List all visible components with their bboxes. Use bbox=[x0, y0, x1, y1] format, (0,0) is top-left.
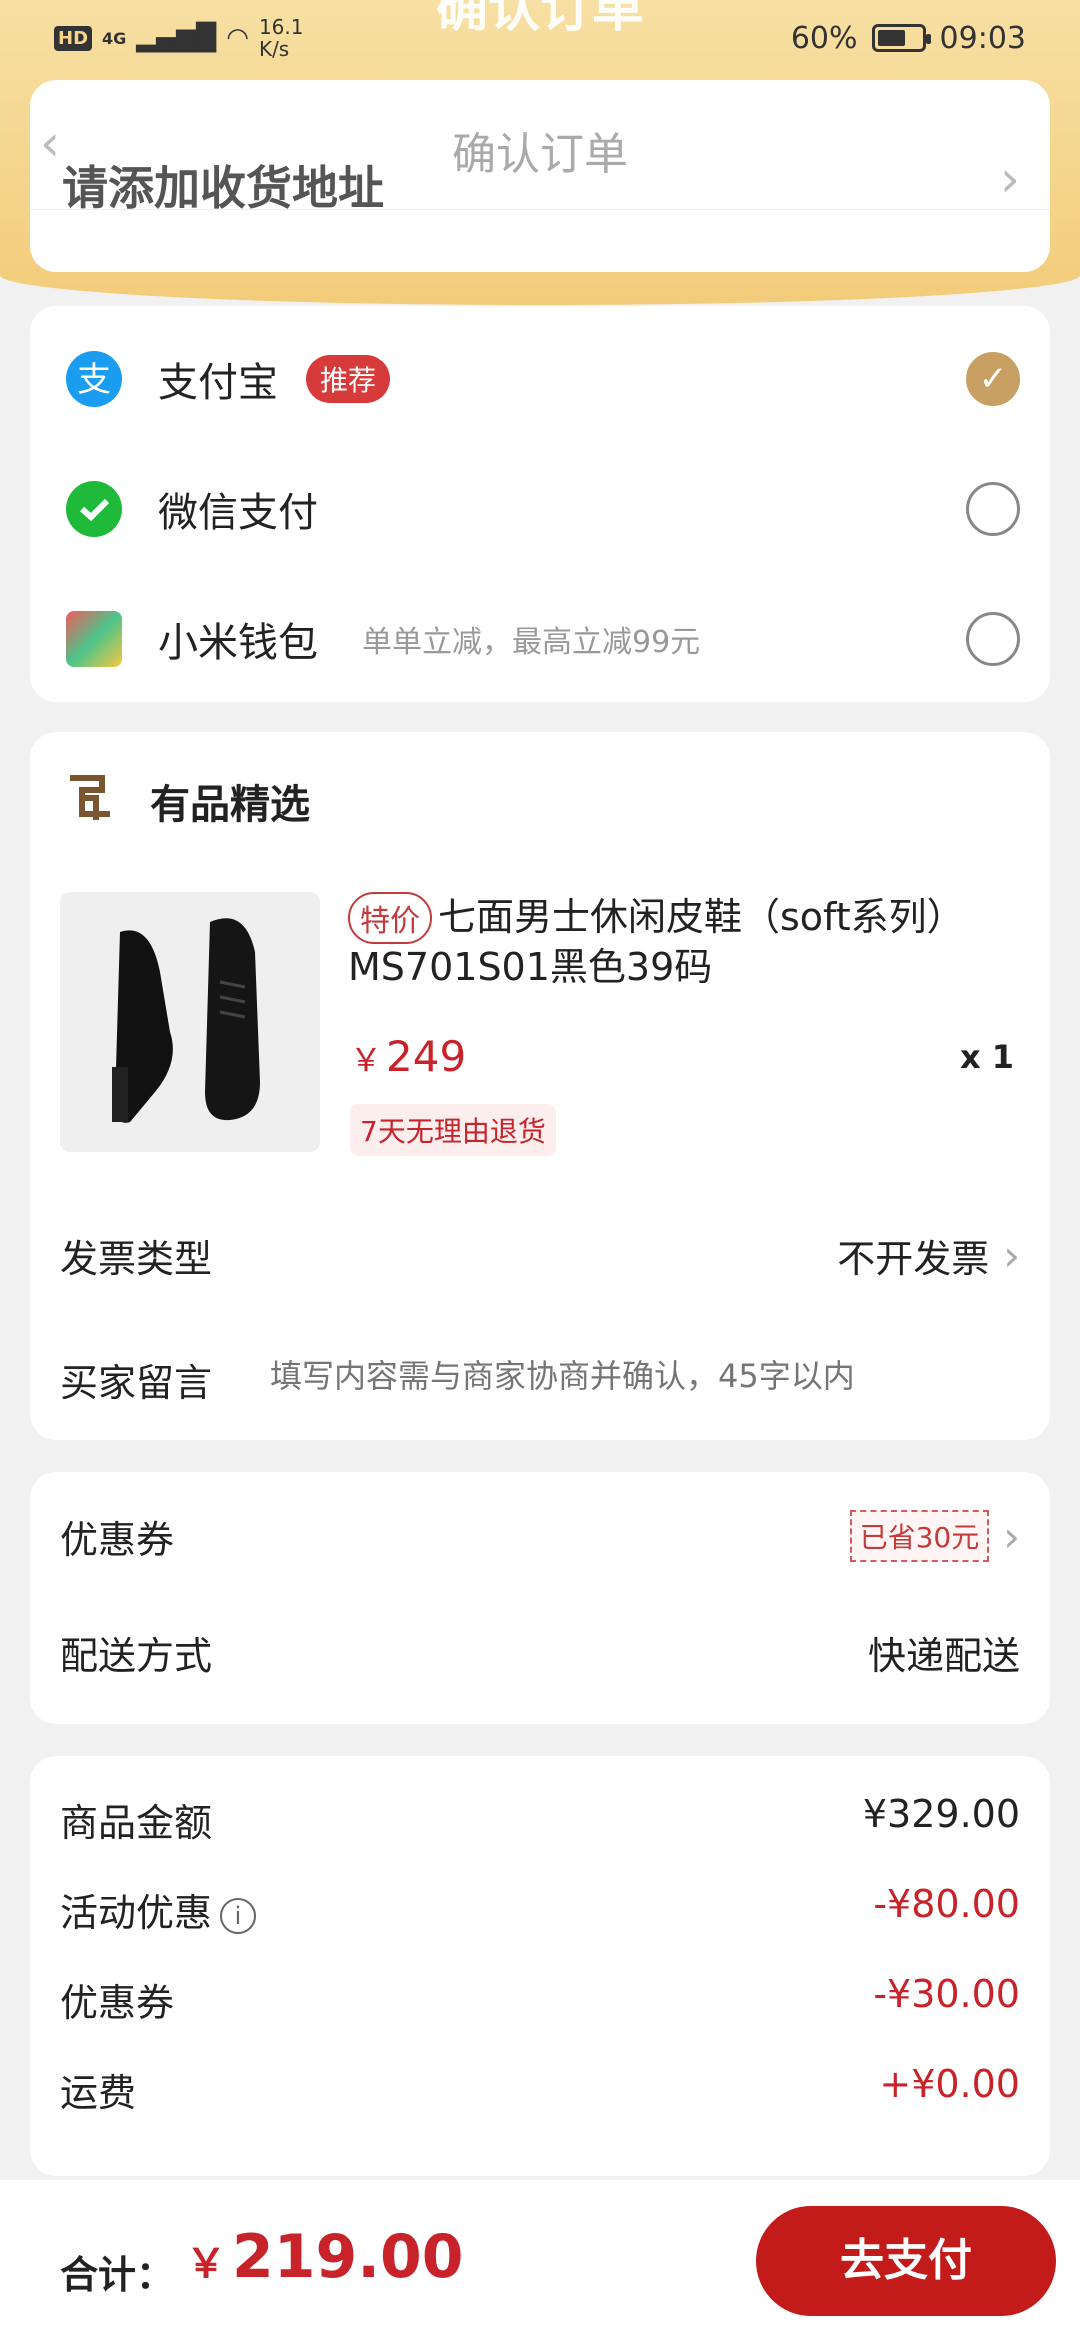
payment-option-alipay[interactable]: 支 支付宝 推荐 ✓ bbox=[30, 314, 1050, 444]
payment-methods-card: 支 支付宝 推荐 ✓ 微信支付 小米钱包 单单立减，最高立减99元 bbox=[30, 306, 1050, 702]
clock: 09:03 bbox=[939, 20, 1026, 56]
chevron-right-icon[interactable]: › bbox=[1000, 150, 1020, 208]
coupon-saved-badge: 已省30元 bbox=[849, 1510, 990, 1562]
summary-row: 商品金额 ¥329.00 bbox=[60, 1792, 1020, 1847]
summary-label: 优惠券 bbox=[60, 1981, 175, 2025]
network-speed: 16.1 K/s bbox=[258, 15, 304, 61]
message-label: 买家留言 bbox=[60, 1361, 213, 1405]
info-icon[interactable]: i bbox=[220, 1897, 257, 1934]
add-address-prompt[interactable]: 请添加收货地址 bbox=[62, 152, 384, 218]
delivery-label: 配送方式 bbox=[60, 1633, 213, 1678]
payment-option-wechat[interactable]: 微信支付 bbox=[30, 444, 1050, 574]
total-amount: ￥ 219.00 bbox=[186, 2222, 464, 2292]
invoice-type-row[interactable]: 发票类型 不开发票 › bbox=[60, 1228, 1020, 1283]
delivery-value: 快递配送 bbox=[867, 1633, 1020, 1678]
battery-percent: 60% bbox=[790, 20, 858, 56]
product-price: ￥249 bbox=[350, 1032, 467, 1081]
status-bar: HD 4G ▂▄▆█ ◠ 16.1 K/s 60% 09:03 bbox=[0, 0, 1080, 76]
radio-checked-icon[interactable]: ✓ bbox=[966, 352, 1020, 406]
product-title[interactable]: 七面男士休闲皮鞋（soft系列）MS701S01黑色39码 bbox=[348, 892, 1028, 992]
signal-icon: ▂▄▆█ bbox=[136, 23, 217, 53]
radio-unchecked-icon[interactable] bbox=[966, 612, 1020, 666]
delivery-row: 配送方式 快递配送 bbox=[60, 1616, 1020, 1688]
hd-indicator: HD bbox=[54, 25, 93, 51]
summary-value: -¥80.00 bbox=[873, 1882, 1020, 1926]
alipay-icon: 支 bbox=[66, 351, 122, 407]
payment-promo-text: 单单立减，最高立减99元 bbox=[362, 625, 701, 660]
summary-row: 优惠券 -¥30.00 bbox=[60, 1972, 1020, 2027]
product-quantity: x 1 bbox=[959, 1038, 1014, 1076]
recommend-badge: 推荐 bbox=[306, 355, 391, 403]
wifi-icon: ◠ bbox=[226, 23, 249, 53]
summary-label: 商品金额 bbox=[60, 1801, 213, 1845]
payment-label: 小米钱包 bbox=[158, 620, 318, 666]
pay-button[interactable]: 去支付 bbox=[756, 2206, 1056, 2316]
shop-card: 有品精选 七面男士休闲皮鞋（soft系列）MS701S01黑色39码 特价 ￥2… bbox=[30, 732, 1050, 1440]
coupon-row[interactable]: 优惠券 已省30元 › bbox=[60, 1500, 1020, 1572]
checkout-bar: 合计： ￥ 219.00 去支付 bbox=[0, 2180, 1080, 2340]
coupon-label: 优惠券 bbox=[60, 1517, 175, 1562]
summary-value: +¥0.00 bbox=[879, 2062, 1020, 2106]
youpin-logo-icon bbox=[66, 768, 114, 824]
summary-value: -¥30.00 bbox=[873, 1972, 1020, 2016]
invoice-value: 不开发票 bbox=[837, 1237, 990, 1281]
price-summary-card: 商品金额 ¥329.00 活动优惠 i -¥80.00 优惠券 -¥30.00 运… bbox=[30, 1756, 1050, 2176]
chevron-right-icon: › bbox=[1003, 1511, 1020, 1561]
summary-value: ¥329.00 bbox=[862, 1792, 1020, 1836]
summary-label: 运费 bbox=[60, 2071, 137, 2115]
svg-text:支: 支 bbox=[77, 360, 111, 400]
invoice-label: 发票类型 bbox=[60, 1237, 213, 1281]
wechat-pay-icon bbox=[66, 481, 122, 537]
summary-row: 活动优惠 i -¥80.00 bbox=[60, 1882, 1020, 1937]
chevron-right-icon: › bbox=[1003, 1231, 1020, 1280]
network-label: 4G bbox=[102, 28, 127, 48]
radio-unchecked-icon[interactable] bbox=[966, 482, 1020, 536]
total-label: 合计： bbox=[60, 2253, 175, 2297]
product-image[interactable] bbox=[60, 892, 320, 1152]
buyer-message-input[interactable] bbox=[270, 1348, 1030, 1404]
shop-name: 有品精选 bbox=[150, 782, 310, 828]
special-price-badge: 特价 bbox=[348, 892, 432, 944]
coupon-delivery-card: 优惠券 已省30元 › 配送方式 快递配送 bbox=[30, 1472, 1050, 1724]
battery-icon bbox=[871, 24, 931, 52]
return-policy-badge: 7天无理由退货 bbox=[350, 1104, 556, 1156]
summary-row: 运费 +¥0.00 bbox=[60, 2062, 1020, 2117]
payment-label: 微信支付 bbox=[158, 490, 318, 536]
summary-label: 活动优惠 bbox=[60, 1891, 213, 1935]
mi-wallet-icon bbox=[66, 611, 122, 667]
payment-option-mi-wallet[interactable]: 小米钱包 单单立减，最高立减99元 bbox=[30, 574, 1050, 704]
payment-label: 支付宝 bbox=[158, 360, 278, 406]
